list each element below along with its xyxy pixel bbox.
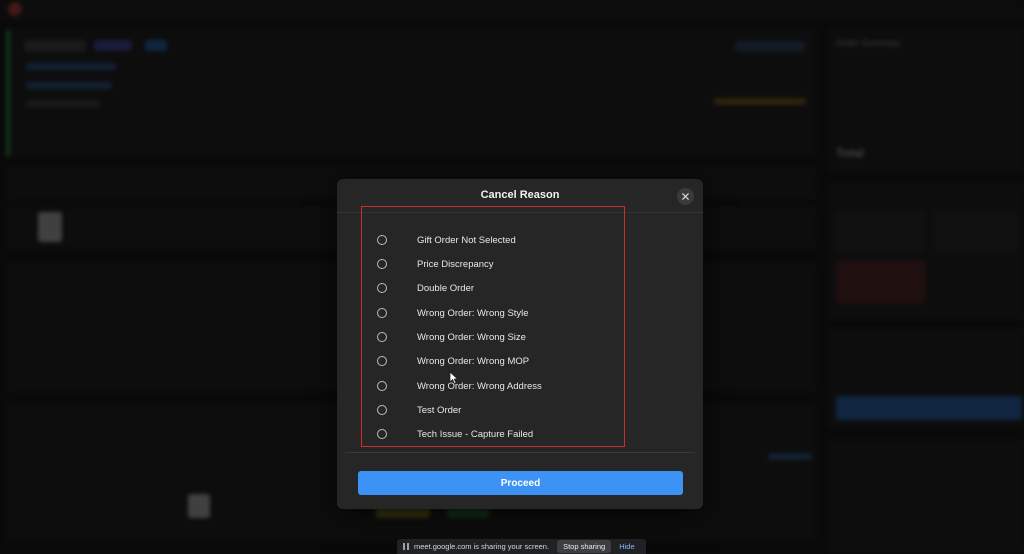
reason-label: Wrong Order: Wrong Address <box>417 380 542 392</box>
reason-option-wrong-address[interactable]: Wrong Order: Wrong Address <box>377 377 627 395</box>
radio-button[interactable] <box>377 356 387 366</box>
reason-label: Tech Issue - Capture Failed <box>417 428 534 440</box>
reason-label: Price Discrepancy <box>417 258 494 270</box>
screen: Order Summary Total Cancel Reason Gift O… <box>0 0 1024 554</box>
reason-label: Wrong Order: Wrong Style <box>417 307 529 319</box>
mouse-pointer-icon <box>449 371 459 385</box>
reason-option-wrong-mop[interactable]: Wrong Order: Wrong MOP <box>377 352 627 370</box>
radio-button[interactable] <box>377 332 387 342</box>
screen-share-bar: meet.google.com is sharing your screen. … <box>397 539 646 554</box>
reason-label: Gift Order Not Selected <box>417 234 516 246</box>
proceed-button[interactable]: Proceed <box>358 471 683 495</box>
reason-option-double-order[interactable]: Double Order <box>377 279 627 297</box>
reason-option-tech-issue[interactable]: Tech Issue - Capture Failed <box>377 425 627 443</box>
reason-option-test-order[interactable]: Test Order <box>377 401 627 419</box>
reason-label: Wrong Order: Wrong Size <box>417 331 526 343</box>
reason-option-price-discrepancy[interactable]: Price Discrepancy <box>377 255 627 273</box>
hide-button[interactable]: Hide <box>619 542 634 551</box>
modal-close-button[interactable] <box>677 188 694 205</box>
reason-label: Test Order <box>417 404 462 416</box>
stop-sharing-button[interactable]: Stop sharing <box>557 540 612 553</box>
radio-button[interactable] <box>377 429 387 439</box>
radio-button[interactable] <box>377 308 387 318</box>
share-message: meet.google.com is sharing your screen. <box>414 542 550 551</box>
modal-title: Cancel Reason <box>480 189 560 201</box>
close-icon <box>682 193 689 200</box>
modal-footer-divider <box>345 452 695 453</box>
reason-label: Wrong Order: Wrong MOP <box>417 355 530 367</box>
reason-option-wrong-style[interactable]: Wrong Order: Wrong Style <box>377 304 627 322</box>
pause-icon <box>403 543 409 550</box>
radio-button[interactable] <box>377 259 387 269</box>
radio-button[interactable] <box>377 381 387 391</box>
cancel-reason-modal: Cancel Reason Gift Order Not Selected Pr… <box>337 179 703 509</box>
reason-option-wrong-size[interactable]: Wrong Order: Wrong Size <box>377 328 627 346</box>
reason-label: Double Order <box>417 282 475 294</box>
radio-button[interactable] <box>377 235 387 245</box>
radio-button[interactable] <box>377 405 387 415</box>
radio-button[interactable] <box>377 283 387 293</box>
reason-option-gift-order-not-selected[interactable]: Gift Order Not Selected <box>377 231 627 249</box>
